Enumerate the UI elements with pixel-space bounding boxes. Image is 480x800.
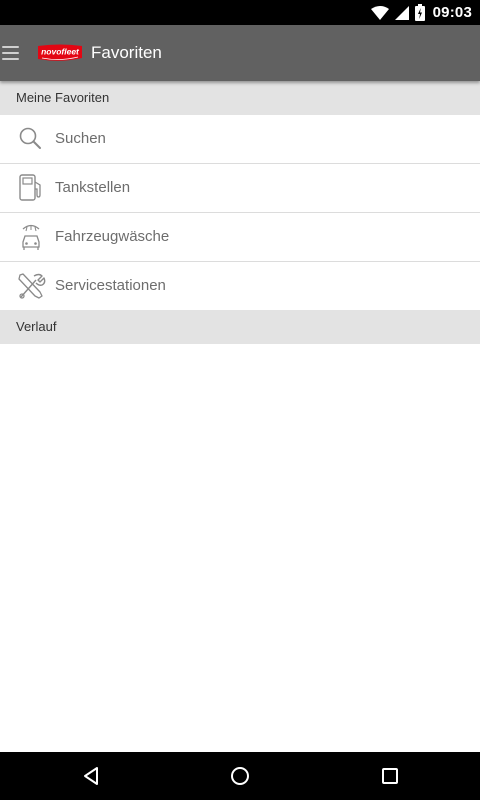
cell-signal-icon: [394, 5, 409, 20]
status-time: 09:03: [432, 4, 472, 21]
list-item-car-wash[interactable]: Fahrzeugwäsche: [0, 213, 480, 262]
section-header-favorites: Meine Favoriten: [0, 81, 480, 115]
list-item-label: Fahrzeugwäsche: [55, 228, 170, 245]
status-bar: 09:03: [0, 0, 480, 25]
battery-icon: [414, 4, 425, 21]
list-item-label: Suchen: [55, 130, 106, 147]
search-icon: [19, 127, 41, 149]
tools-icon: [18, 273, 46, 299]
car-wash-icon: [22, 224, 40, 250]
list-item-search[interactable]: Suchen: [0, 115, 480, 164]
home-icon[interactable]: [228, 764, 252, 788]
list-item-label: Tankstellen: [55, 179, 131, 196]
novofleet-logo: novofleet: [38, 44, 82, 61]
hamburger-menu-icon[interactable]: [0, 42, 22, 64]
fuel-pump-icon: [19, 174, 41, 201]
back-icon[interactable]: [79, 764, 103, 788]
navigation-bar: [0, 752, 480, 800]
list-item-fuel-stations[interactable]: Tankstellen: [0, 164, 480, 213]
list-item-service-stations[interactable]: Servicestationen: [0, 262, 480, 311]
section-header-history: Verlauf: [0, 310, 480, 344]
list-item-label: Servicestationen: [55, 277, 166, 294]
recent-apps-icon[interactable]: [378, 764, 402, 788]
wifi-icon: [370, 5, 389, 20]
status-icons: 09:03: [370, 0, 472, 25]
app-bar: novofleet Favoriten: [0, 25, 480, 81]
svg-text:novofleet: novofleet: [41, 47, 80, 57]
page-title: Favoriten: [91, 43, 162, 62]
